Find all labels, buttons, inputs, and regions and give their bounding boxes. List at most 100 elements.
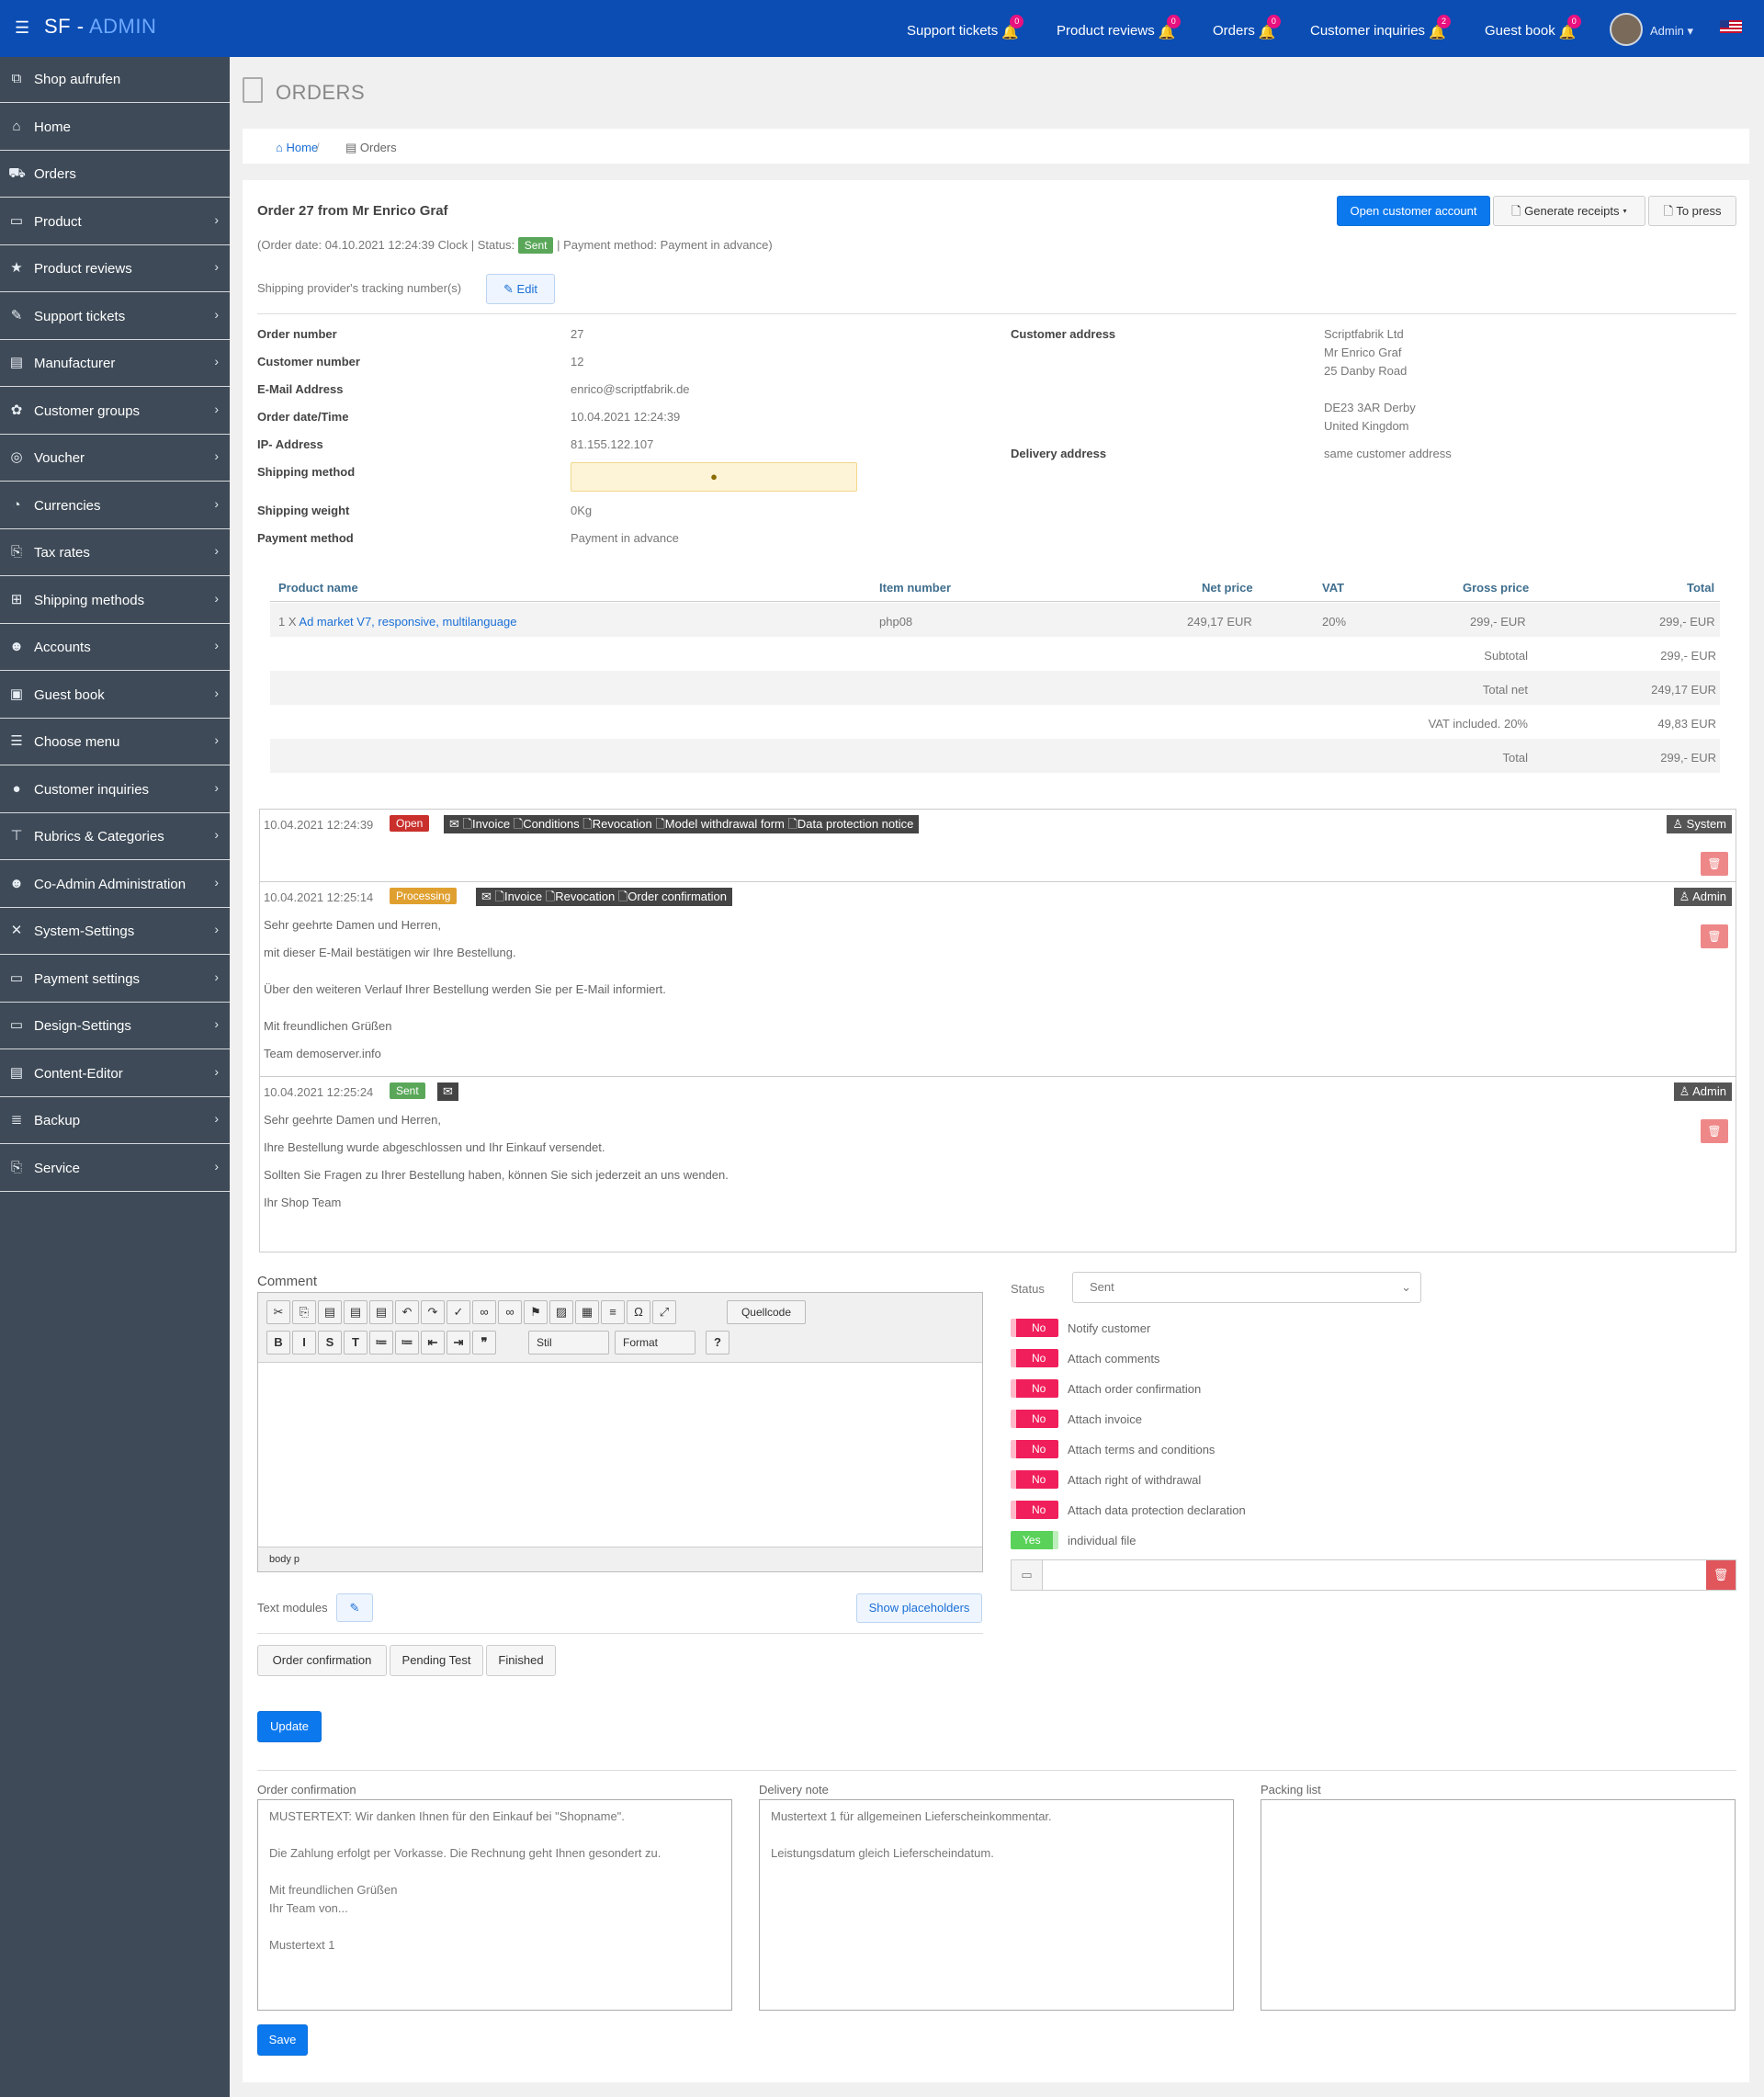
sidebar-item-service[interactable]: ⎘ Service ›: [0, 1145, 230, 1192]
spellcheck-icon[interactable]: ✓: [447, 1300, 470, 1324]
product-link[interactable]: Ad market V7, responsive, multilanguage: [299, 615, 516, 629]
sidebar-item-content-editor[interactable]: ▤ Content-Editor ›: [0, 1050, 230, 1097]
toggle-switch[interactable]: No: [1011, 1349, 1058, 1367]
table-icon[interactable]: ▦: [575, 1300, 599, 1324]
database-icon: ≣: [10, 1112, 23, 1128]
template-finished[interactable]: Finished: [486, 1645, 556, 1676]
bold-icon[interactable]: B: [266, 1331, 290, 1355]
edit-tracking-button[interactable]: ✎ Edit: [486, 274, 555, 304]
chevron-right-icon: ›: [214, 1016, 219, 1031]
strike-icon[interactable]: S: [318, 1331, 342, 1355]
to-press-button[interactable]: 🗋 To press: [1648, 196, 1736, 226]
update-button[interactable]: Update: [257, 1711, 322, 1742]
trash-icon[interactable]: 🗑: [1701, 1119, 1728, 1143]
paste-text-icon[interactable]: ▤: [344, 1300, 368, 1324]
special-char-icon[interactable]: Ω: [627, 1300, 650, 1324]
delete-file-icon[interactable]: 🗑: [1706, 1560, 1736, 1590]
sidebar-item-customer-inquiries[interactable]: ● Customer inquiries ›: [0, 766, 230, 813]
style-select[interactable]: Stil: [528, 1331, 609, 1355]
toggle-switch[interactable]: No: [1011, 1319, 1058, 1337]
topnav-guest-book[interactable]: Guest book 🔔 0: [1485, 15, 1581, 40]
hr-icon[interactable]: ≡: [601, 1300, 625, 1324]
template-pending-test[interactable]: Pending Test: [390, 1645, 483, 1676]
bullet-list-icon[interactable]: ≔: [395, 1331, 419, 1355]
sidebar-item-design-settings[interactable]: ▭ Design-Settings ›: [0, 1003, 230, 1049]
delivery-note-textarea[interactable]: Mustertext 1 für allgemeinen Lieferschei…: [759, 1799, 1234, 2011]
edit-text-modules-button[interactable]: ✎: [336, 1593, 373, 1622]
indent-icon[interactable]: ⇥: [447, 1331, 470, 1355]
sidebar-item-co-admin-administration[interactable]: ☻ Co-Admin Administration ›: [0, 861, 230, 908]
us-flag-icon[interactable]: [1720, 20, 1742, 33]
link-icon[interactable]: ∞: [472, 1300, 496, 1324]
sidebar-item-voucher[interactable]: ◎ Voucher ›: [0, 436, 230, 482]
status-select[interactable]: Sent ⌄: [1072, 1272, 1421, 1303]
chevron-right-icon: ›: [214, 874, 219, 890]
trash-icon[interactable]: 🗑: [1701, 924, 1728, 948]
app-logo[interactable]: SF - ADMIN: [44, 15, 156, 39]
save-button[interactable]: Save: [257, 2024, 308, 2056]
sidebar-item-home[interactable]: ⌂ Home: [0, 104, 230, 151]
avatar[interactable]: [1610, 13, 1643, 46]
detail-value: 27: [571, 327, 584, 341]
numbered-list-icon[interactable]: ≔: [369, 1331, 393, 1355]
sidebar-item-choose-menu[interactable]: ☰ Choose menu ›: [0, 720, 230, 765]
copy-icon[interactable]: ⎘: [292, 1300, 316, 1324]
toggle-switch[interactable]: No: [1011, 1379, 1058, 1398]
show-placeholders-button[interactable]: Show placeholders: [856, 1593, 982, 1623]
redo-icon[interactable]: ↷: [421, 1300, 445, 1324]
sidebar-item-shipping-methods[interactable]: ⊞ Shipping methods ›: [0, 577, 230, 624]
anchor-icon[interactable]: ⚑: [524, 1300, 548, 1324]
topnav-support-tickets[interactable]: Support tickets 🔔 0: [907, 15, 1024, 40]
blockquote-icon[interactable]: ❞: [472, 1331, 496, 1355]
toggle-switch[interactable]: No: [1011, 1440, 1058, 1458]
clear-format-icon[interactable]: T: [344, 1331, 368, 1355]
sidebar-item-guest-book[interactable]: ▣ Guest book ›: [0, 672, 230, 719]
sidebar-item-support-tickets[interactable]: ✎ Support tickets ›: [0, 293, 230, 340]
sidebar-item-backup[interactable]: ≣ Backup ›: [0, 1098, 230, 1144]
outdent-icon[interactable]: ⇤: [421, 1331, 445, 1355]
sidebar-item-rubrics-categories[interactable]: ⊤ Rubrics & Categories ›: [0, 814, 230, 860]
topnav-orders[interactable]: Orders 🔔 0: [1213, 15, 1281, 40]
order-confirmation-textarea[interactable]: MUSTERTEXT: Wir danken Ihnen für den Ein…: [257, 1799, 732, 2011]
template-order-confirmation[interactable]: Order confirmation: [257, 1645, 387, 1676]
paste-icon[interactable]: ▤: [318, 1300, 342, 1324]
cut-icon[interactable]: ✂: [266, 1300, 290, 1324]
topnav-customer-inquiries[interactable]: Customer inquiries 🔔 2: [1310, 15, 1452, 40]
menu-icon[interactable]: ☰: [15, 18, 29, 38]
unlink-icon[interactable]: ∞: [498, 1300, 522, 1324]
folder-icon[interactable]: ▭: [1012, 1560, 1043, 1590]
sidebar-item-orders[interactable]: ⛟ Orders: [0, 152, 230, 198]
toggle-switch[interactable]: No: [1011, 1470, 1058, 1489]
paste-word-icon[interactable]: ▤: [369, 1300, 393, 1324]
sidebar-item-payment-settings[interactable]: ▭ Payment settings ›: [0, 956, 230, 1003]
totals-label: Total net: [1482, 683, 1528, 697]
source-code-button[interactable]: Quellcode: [727, 1300, 806, 1324]
sidebar-item-system-settings[interactable]: ✕ System-Settings ›: [0, 909, 230, 955]
italic-icon[interactable]: I: [292, 1331, 316, 1355]
toggle-switch[interactable]: No: [1011, 1410, 1058, 1428]
open-customer-account-button[interactable]: Open customer account: [1337, 196, 1490, 226]
sidebar-item-accounts[interactable]: ☻ Accounts ›: [0, 625, 230, 671]
topnav-product-reviews[interactable]: Product reviews 🔔 0: [1057, 15, 1181, 40]
breadcrumb-home[interactable]: ⌂ Home: [276, 141, 318, 154]
format-select[interactable]: Format: [615, 1331, 695, 1355]
sidebar-item-currencies[interactable]: ◔ Currencies ›: [0, 482, 230, 529]
individual-file-input[interactable]: ▭ 🗑: [1011, 1559, 1736, 1591]
help-icon[interactable]: ?: [706, 1331, 729, 1355]
maximize-icon[interactable]: ⤢: [652, 1300, 676, 1324]
sidebar-item-product-reviews[interactable]: ★ Product reviews ›: [0, 246, 230, 292]
trash-icon[interactable]: 🗑: [1701, 852, 1728, 876]
sidebar-item-customer-groups[interactable]: ✿ Customer groups ›: [0, 388, 230, 435]
sidebar-item-shop-aufrufen[interactable]: ⧉ Shop aufrufen: [0, 57, 230, 103]
sidebar-item-manufacturer[interactable]: ▤ Manufacturer ›: [0, 341, 230, 387]
generate-receipts-button[interactable]: 🗋 Generate receipts ▾: [1493, 196, 1645, 226]
toggle-switch[interactable]: Yes: [1011, 1531, 1058, 1549]
sidebar-item-product[interactable]: ▭ Product ›: [0, 198, 230, 245]
user-menu[interactable]: Admin ▾: [1650, 24, 1693, 39]
packing-list-textarea[interactable]: [1261, 1799, 1736, 2011]
group-icon: ✿: [10, 402, 23, 418]
image-icon[interactable]: ▨: [549, 1300, 573, 1324]
sidebar-item-tax-rates[interactable]: ⎘ Tax rates ›: [0, 530, 230, 576]
toggle-switch[interactable]: No: [1011, 1501, 1058, 1519]
undo-icon[interactable]: ↶: [395, 1300, 419, 1324]
